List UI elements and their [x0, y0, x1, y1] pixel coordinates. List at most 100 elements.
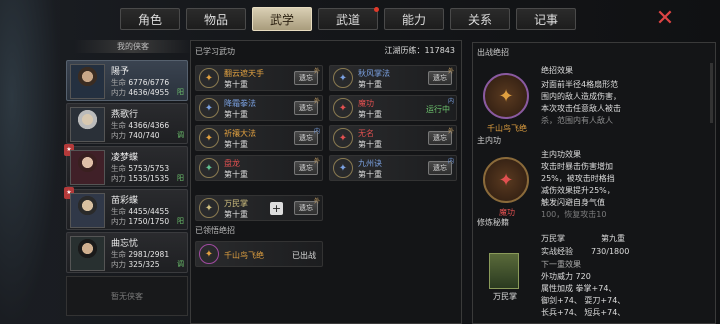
- next-line-3: 长兵+74、 短兵+74、: [541, 308, 626, 317]
- hero-mp: 内力 1535/1535: [111, 174, 170, 183]
- background-decoration: [0, 0, 60, 324]
- battle-title: 出战绝招: [477, 48, 509, 57]
- skill-name: 祈禳大法: [224, 129, 256, 138]
- ultimate-icon: ✦: [199, 244, 219, 264]
- book-level: 第九重: [601, 234, 625, 243]
- skill-card[interactable]: ✦ 降霜拳法 第十重 遗忘 外: [195, 95, 323, 121]
- skill-name: 万民掌: [224, 199, 248, 208]
- avatar: [70, 150, 105, 185]
- hero-name: 曲忘忧: [111, 239, 139, 249]
- hero-mp: 内力 1750/1750: [111, 217, 170, 226]
- ultimate-large-icon: ✦: [483, 73, 529, 119]
- skill-level: 第十重: [358, 170, 382, 179]
- skill-name: 翻云遮天手: [224, 69, 264, 78]
- tab-bar: 角色 物品 武学 武道 能力 关系 记事: [120, 7, 576, 32]
- inner-desc-1: 攻击时暴击伤害增加: [541, 162, 613, 171]
- hero-list-title: 我的侠客: [74, 40, 192, 53]
- ultimate-name: 千山鸟飞绝: [224, 251, 264, 260]
- skill-level: 第十重: [224, 80, 248, 89]
- skill-category: 内: [313, 128, 320, 135]
- hero-card[interactable]: 陽予 生命 6776/6776 内力 4636/4955 阳: [66, 60, 188, 101]
- skill-icon: ✦: [199, 68, 219, 88]
- skill-card[interactable]: ✦ 翻云遮天手 第十重 遗忘 外: [195, 65, 323, 91]
- battle-desc-0: 绝招效果: [541, 66, 573, 75]
- avatar: [70, 236, 105, 271]
- ultimate-card[interactable]: ✦ 千山鸟飞绝 已出战: [195, 241, 323, 267]
- hero-card[interactable]: 曲忘忧 生命 2981/2981 内力 325/325 调: [66, 232, 188, 273]
- skill-name: 降霜拳法: [224, 99, 256, 108]
- skill-card[interactable]: ✦ 祈禳大法 第十重 遗忘 内: [195, 125, 323, 151]
- next-line-1: 属性加成 拳掌+74、: [541, 284, 617, 293]
- skill-icon: ✦: [199, 158, 219, 178]
- tab-martial-arts[interactable]: 武学: [252, 7, 312, 31]
- hero-name: 凌梦蝶: [111, 153, 139, 163]
- battle-skill-name: 千山鸟飞绝: [487, 124, 527, 133]
- avatar: [70, 193, 105, 228]
- hero-name: 燕歌行: [111, 110, 139, 120]
- skill-category: 内: [447, 98, 454, 105]
- skill-level: 第十重: [358, 140, 382, 149]
- skill-card[interactable]: ✦ 无名 第十重 遗忘 外: [329, 125, 457, 151]
- avatar: [70, 107, 105, 142]
- book-name: 万民掌: [541, 234, 565, 243]
- hero-tag: 调: [177, 260, 184, 268]
- skill-category: 内: [447, 158, 454, 165]
- book-title: 修炼秘籍: [477, 218, 509, 227]
- scrollbar[interactable]: [710, 63, 713, 123]
- skill-category: 外: [447, 68, 454, 75]
- inner-desc-0: 主内功效果: [541, 150, 581, 159]
- tab-items[interactable]: 物品: [186, 8, 246, 30]
- tab-relations[interactable]: 关系: [450, 8, 510, 30]
- next-label: 下一重效果: [541, 260, 581, 269]
- skills-panel: 已学习武功 江湖历练：117843 ✦ 翻云遮天手 第十重 遗忘 外 ✦ 秋风掌…: [190, 40, 462, 324]
- hero-name: 苗彩蝶: [111, 196, 139, 206]
- hero-mp: 内力 4636/4955: [111, 88, 170, 97]
- empty-hero-slot: 暂无侠客: [66, 276, 188, 316]
- add-icon[interactable]: +: [270, 202, 283, 215]
- battle-desc-4: 杀，范围内有人敌人: [541, 116, 613, 125]
- skill-level: 第十重: [358, 110, 382, 119]
- hero-card[interactable]: ★ 苗彩蝶 生命 4455/4455 内力 1750/1750 阳: [64, 187, 188, 230]
- tab-role[interactable]: 角色: [120, 8, 180, 30]
- exp-label: 实战经验: [541, 247, 573, 256]
- skill-card[interactable]: ✦ 秋风掌法 第十重 遗忘 外: [329, 65, 457, 91]
- hero-card[interactable]: ★ 凌梦蝶 生命 5753/5753 内力 1535/1535 阳: [64, 144, 188, 187]
- notification-dot: [374, 7, 379, 12]
- skill-icon: ✦: [333, 98, 353, 118]
- skill-name: 无名: [358, 129, 374, 138]
- skill-name: 九州诀: [358, 159, 382, 168]
- skill-icon: ✦: [199, 98, 219, 118]
- hero-tag: 阳: [177, 217, 184, 225]
- skill-card[interactable]: ✦ 万民掌 第十重 + 遗忘 外: [195, 195, 323, 221]
- battle-desc-2: 围内的敌人造成伤害，: [541, 92, 621, 101]
- close-icon[interactable]: ✕: [653, 8, 677, 30]
- history-points: 江湖历练：117843: [384, 46, 455, 55]
- hero-tag: 阳: [177, 174, 184, 182]
- detail-panel: 出战绝招 ✦ 千山鸟飞绝 绝招效果 对面前半径4格扇形范 围内的敌人造成伤害， …: [472, 42, 716, 324]
- skill-icon: ✦: [199, 198, 219, 218]
- skill-level: 第十重: [224, 210, 248, 219]
- skill-icon: ✦: [333, 68, 353, 88]
- skill-category: 外: [313, 158, 320, 165]
- tab-wudao-label: 武道: [335, 12, 360, 27]
- ultimate-title: 已领悟绝招: [195, 226, 235, 235]
- skill-card[interactable]: ✦ 九州诀 第十重 遗忘 内: [329, 155, 457, 181]
- tab-wudao[interactable]: 武道: [318, 7, 379, 30]
- skill-level: 第十重: [358, 80, 382, 89]
- skill-category: 外: [313, 98, 320, 105]
- hero-card[interactable]: 燕歌行 生命 4366/4366 内力 740/740 调: [66, 103, 188, 144]
- tab-ability[interactable]: 能力: [384, 8, 444, 30]
- skill-icon: ✦: [199, 128, 219, 148]
- skill-card[interactable]: ✦ 魔功 第十重 运行中 内: [329, 95, 457, 121]
- hero-name: 陽予: [111, 67, 130, 77]
- inner-desc-3: 减伤效果提升25%，: [541, 186, 615, 195]
- inner-skill-icon: ✦: [483, 157, 529, 203]
- battle-desc-3: 本次攻击任意敌人被击: [541, 104, 621, 113]
- skill-name: 秋风掌法: [358, 69, 390, 78]
- hero-mp: 内力 325/325: [111, 260, 160, 269]
- skill-category: 外: [313, 68, 320, 75]
- skill-running-status: 运行中: [426, 105, 450, 114]
- skill-card[interactable]: ✦ 盘龙 第十重 遗忘 外: [195, 155, 323, 181]
- skill-icon: ✦: [333, 128, 353, 148]
- tab-journal[interactable]: 记事: [516, 8, 576, 30]
